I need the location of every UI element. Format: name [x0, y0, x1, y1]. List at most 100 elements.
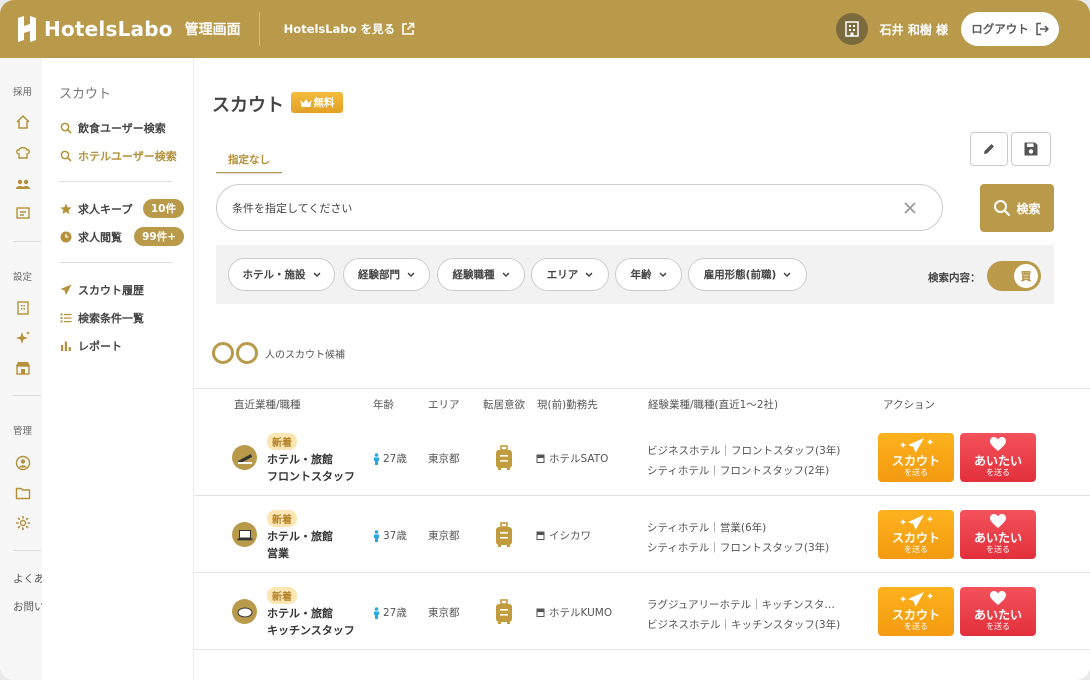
- suitcase-icon: [496, 522, 512, 547]
- company-avatar[interactable]: [835, 13, 868, 45]
- menu-item-hotel-user-search[interactable]: ホテルユーザー検索: [59, 148, 184, 164]
- clock-icon: [59, 230, 72, 243]
- chevron-down-icon: [312, 271, 321, 277]
- tab-underline: [216, 173, 282, 174]
- candidate-workplace: ホテルKUMO: [536, 605, 612, 620]
- candidate-area: 東京都: [428, 607, 460, 619]
- filter-label: 年齢: [630, 269, 652, 281]
- candidate-industry: ホテル・旅館: [267, 530, 333, 543]
- filter-label: エリア: [546, 269, 579, 281]
- search-mode-knob: 買: [1014, 264, 1038, 288]
- table-row[interactable]: 新着 ホテル・旅館 営業 37歳 東京都 イシカワ シティホテル｜営業(6年) シテ…: [194, 496, 1090, 572]
- filter-hotel-facility[interactable]: ホテル・施設: [228, 258, 335, 291]
- menu-item-scout-history[interactable]: スカウト履歴: [59, 282, 184, 298]
- send-aitai-button[interactable]: あいたい を送る: [960, 433, 1036, 482]
- rail-divider: [13, 550, 41, 551]
- experience-line: シティホテル｜営業(6年): [647, 522, 767, 534]
- search-input[interactable]: 条件を指定してください: [216, 184, 943, 231]
- send-scout-button[interactable]: スカウト を送る: [878, 587, 954, 636]
- new-badge: 新着: [267, 510, 297, 527]
- menu-divider: [59, 181, 172, 182]
- candidate-job: ホテル・旅館 キッチンスタッフ: [267, 605, 355, 639]
- menu-item-job-keep[interactable]: 求人キープ 10件: [59, 199, 184, 218]
- candidate-age: 27歳: [372, 451, 407, 466]
- workplace-value: ホテルKUMO: [549, 607, 613, 619]
- tab-unspecified[interactable]: 指定なし: [216, 151, 282, 174]
- candidate-avatar: [232, 522, 257, 547]
- filter-employment-type[interactable]: 雇用形態(前職): [688, 258, 807, 291]
- count-placeholder-ring: [236, 342, 258, 364]
- scout-button-sub: を送る: [904, 468, 928, 477]
- clear-icon[interactable]: [900, 198, 920, 218]
- age-value: 27歳: [383, 607, 407, 619]
- col-header-area: エリア: [428, 399, 460, 411]
- left-rail: 採用 設定 管理 よくあ お問い: [0, 58, 45, 680]
- view-site-link[interactable]: HotelsLabo を見る: [284, 21, 415, 37]
- job-keep-count-badge: 10件: [142, 199, 184, 218]
- logout-button[interactable]: ログアウト: [961, 12, 1059, 46]
- new-badge: 新着: [267, 433, 297, 450]
- rail-faq-link[interactable]: よくあ: [13, 571, 45, 586]
- search-mode-label: 検索内容：: [928, 272, 981, 284]
- scout-button-label: スカウト: [891, 608, 940, 622]
- send-scout-button[interactable]: スカウト を送る: [878, 433, 954, 482]
- paper-plane-icon: [900, 438, 933, 453]
- count-placeholder-ring: [212, 342, 234, 364]
- free-badge: 無料: [291, 92, 343, 113]
- rail-section-settings: 設定: [13, 272, 33, 283]
- candidate-industry: ホテル・旅館: [267, 453, 333, 466]
- aitai-button-label: あいたい: [973, 608, 1022, 622]
- pencil-icon: [984, 144, 994, 154]
- filter-department[interactable]: 経験部門: [343, 258, 430, 291]
- paper-plane-icon: [900, 592, 933, 607]
- candidate-position: キッチンスタッフ: [267, 624, 355, 637]
- search-mode-toggle[interactable]: 買: [987, 261, 1041, 291]
- chef-hat-icon[interactable]: [15, 145, 31, 161]
- send-aitai-button[interactable]: あいたい を送る: [960, 510, 1036, 559]
- candidate-count-text: 人のスカウト候補: [265, 349, 345, 361]
- users-icon[interactable]: [15, 176, 31, 192]
- account-icon[interactable]: [15, 455, 31, 471]
- menu-item-label: 検索条件一覧: [78, 312, 144, 325]
- age-value: 37歳: [383, 530, 407, 542]
- candidate-experience: シティホテル｜営業(6年) シティホテル｜フロントスタッフ(3年): [647, 518, 829, 558]
- menu-item-food-user-search[interactable]: 飲食ユーザー検索: [59, 120, 184, 136]
- table-row[interactable]: 新着 ホテル・旅館 フロントスタッフ 27歳 東京都 ホテルSATO ビジネスホテ…: [194, 419, 1090, 495]
- candidate-job: ホテル・旅館 営業: [267, 528, 333, 562]
- scout-button-label: スカウト: [891, 531, 940, 545]
- person-icon: [374, 606, 379, 619]
- scout-side-menu: スカウト 飲食ユーザー検索 ホテルユーザー検索 求人キープ 10件 求人閲覧 9…: [42, 58, 194, 680]
- person-icon: [374, 529, 379, 542]
- menu-item-report[interactable]: レポート: [59, 338, 184, 354]
- header-divider: [258, 12, 260, 46]
- rail-divider: [13, 241, 41, 242]
- menu-item-job-views[interactable]: 求人閲覧 99件+: [59, 227, 184, 246]
- send-aitai-button[interactable]: あいたい を送る: [960, 587, 1036, 636]
- folder-icon[interactable]: [15, 485, 31, 501]
- chevron-down-icon: [585, 271, 593, 277]
- logo[interactable]: HotelsLabo 管理画面: [16, 16, 241, 42]
- filter-area[interactable]: エリア: [531, 258, 609, 291]
- candidate-count: 人のスカウト候補: [212, 342, 345, 364]
- gear-icon[interactable]: [15, 515, 31, 531]
- page-title: スカウト: [212, 95, 284, 116]
- sparkle-icon[interactable]: [15, 330, 31, 346]
- menu-item-saved-searches[interactable]: 検索条件一覧: [59, 310, 184, 326]
- send-scout-button[interactable]: スカウト を送る: [878, 510, 954, 559]
- search-button[interactable]: 検索: [980, 184, 1054, 232]
- filter-age[interactable]: 年齢: [615, 258, 682, 291]
- table-row[interactable]: 新着 ホテル・旅館 キッチンスタッフ 27歳 東京都 ホテルKUMO ラグジュアリ…: [194, 573, 1090, 649]
- shop-icon[interactable]: [15, 360, 31, 376]
- home-icon[interactable]: [15, 114, 31, 130]
- edit-button[interactable]: [970, 132, 1008, 166]
- filter-job-type[interactable]: 経験職種: [437, 258, 525, 291]
- external-link-icon: [402, 22, 415, 35]
- building-icon[interactable]: [15, 300, 31, 316]
- menu-item-label: ホテルユーザー検索: [78, 150, 177, 163]
- job-views-count-badge: 99件+: [134, 227, 184, 246]
- rail-contact-link[interactable]: お問い: [13, 599, 45, 614]
- message-icon[interactable]: [15, 206, 31, 222]
- scout-button-sub: を送る: [904, 545, 928, 554]
- save-button[interactable]: [1011, 132, 1051, 166]
- new-badge: 新着: [267, 587, 297, 604]
